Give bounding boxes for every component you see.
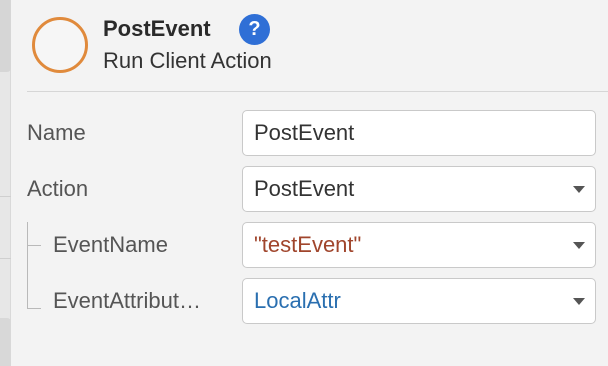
chevron-down-icon[interactable] <box>573 242 585 249</box>
tree-connector <box>27 245 41 246</box>
name-label: Name <box>27 120 86 145</box>
action-label: Action <box>27 176 89 201</box>
page-title: PostEvent <box>103 16 211 41</box>
tree-connector <box>27 308 41 309</box>
element-type-label: Run Client Action <box>103 48 272 73</box>
tree-connector <box>27 222 28 309</box>
action-value: PostEvent <box>254 176 355 201</box>
event-attributes-value: LocalAttr <box>254 288 341 313</box>
left-gutter <box>0 0 11 366</box>
help-icon[interactable]: ? <box>239 14 270 45</box>
header-divider <box>27 91 608 92</box>
event-name-value: "testEvent" <box>254 232 362 257</box>
action-select[interactable]: PostEvent <box>242 166 596 212</box>
name-input[interactable]: PostEvent <box>242 110 596 156</box>
event-attributes-input[interactable]: LocalAttr <box>242 278 596 324</box>
gutter-tab[interactable] <box>0 318 11 366</box>
gutter-divider <box>0 196 11 197</box>
chevron-down-icon[interactable] <box>573 298 585 305</box>
orange-circle-icon <box>32 17 88 73</box>
name-value: PostEvent <box>254 120 355 145</box>
chevron-down-icon[interactable] <box>573 186 585 193</box>
properties-panel: PostEvent ? Run Client Action Name PostE… <box>12 0 608 366</box>
event-name-label: EventName <box>53 232 168 257</box>
gutter-tab[interactable] <box>0 0 11 72</box>
panel-header: PostEvent ? Run Client Action <box>12 0 608 92</box>
event-attributes-label: EventAttribut… <box>53 288 201 313</box>
gutter-divider <box>0 258 11 259</box>
event-name-input[interactable]: "testEvent" <box>242 222 596 268</box>
